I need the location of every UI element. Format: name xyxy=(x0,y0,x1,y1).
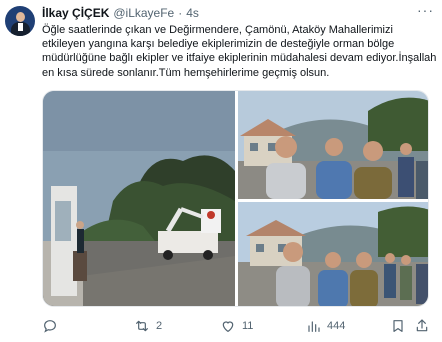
photo-fire-scene[interactable] xyxy=(43,91,235,306)
reply-button[interactable] xyxy=(42,316,58,336)
like-count: 11 xyxy=(242,320,254,332)
avatar-head xyxy=(16,12,25,22)
crowd-street-image xyxy=(238,202,428,306)
more-options-icon[interactable]: ··· xyxy=(417,2,434,18)
share-button[interactable] xyxy=(414,316,430,336)
tweet-time[interactable]: 4s xyxy=(186,6,199,20)
avatar[interactable] xyxy=(5,6,35,36)
author-name[interactable]: İlkay ÇİÇEK xyxy=(42,6,109,20)
media-grid xyxy=(42,90,429,307)
views-icon xyxy=(308,321,320,332)
share-icon xyxy=(416,319,428,332)
photo-officials-group[interactable] xyxy=(238,91,428,199)
heart-icon xyxy=(222,321,234,333)
views-count: 444 xyxy=(327,320,346,332)
like-button[interactable]: 11 xyxy=(220,316,253,336)
retweet-button[interactable]: 2 xyxy=(134,316,162,336)
photo-crowd-street[interactable] xyxy=(238,202,428,306)
views-button[interactable]: 444 xyxy=(305,316,345,336)
retweet-count: 2 xyxy=(156,320,163,332)
tweet-actions: 2 11 444 xyxy=(42,316,432,336)
author-handle[interactable]: @iLkayeFe xyxy=(113,6,174,20)
avatar-shirt xyxy=(18,23,23,31)
separator-dot: · xyxy=(178,6,183,20)
reply-icon xyxy=(44,320,56,333)
tweet-text: Öğle saatlerinde çıkan ve Değirmendere, … xyxy=(42,24,437,79)
bookmark-icon xyxy=(393,320,403,332)
tweet-header: İlkay ÇİÇEK @iLkayeFe · 4s xyxy=(42,5,199,21)
retweet-icon xyxy=(136,320,148,332)
fire-scene-image xyxy=(43,91,235,306)
officials-group-image xyxy=(238,91,428,199)
bookmark-button[interactable] xyxy=(390,316,406,336)
tweet[interactable]: İlkay ÇİÇEK @iLkayeFe · 4s ··· Öğle saat… xyxy=(0,0,442,342)
